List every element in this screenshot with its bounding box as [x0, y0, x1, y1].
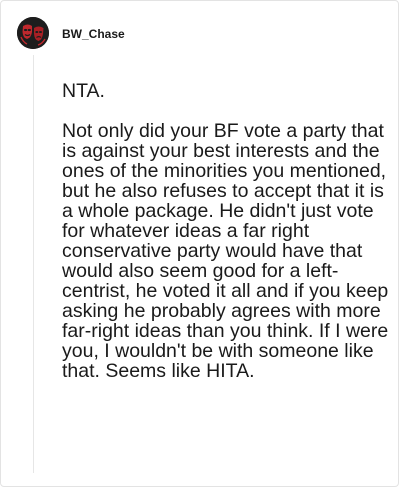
comment-paragraph: NTA. [62, 80, 105, 102]
comment-paragraph: Not only did your BF vote a party that i… [62, 120, 389, 382]
comment-card: BW_Chase NTA. Not only did your BF vote … [0, 0, 399, 487]
red-mask-avatar-icon [17, 17, 49, 49]
comment-body: NTA. Not only did your BF vote a party t… [62, 81, 392, 381]
comment-username[interactable]: BW_Chase [62, 27, 125, 41]
user-avatar[interactable] [17, 17, 49, 49]
thread-line[interactable] [33, 55, 34, 473]
